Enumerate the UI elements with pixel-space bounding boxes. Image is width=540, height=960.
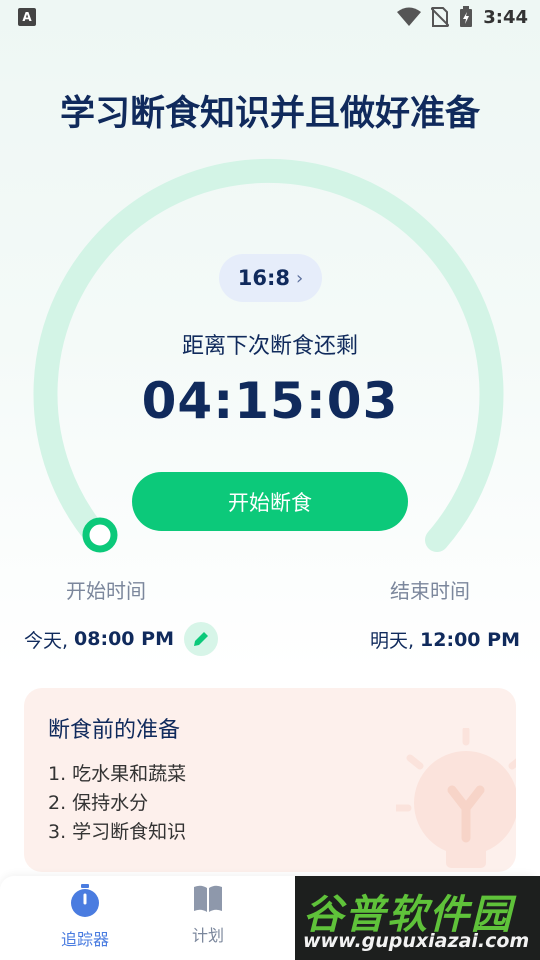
chevron-right-icon: › — [296, 267, 304, 289]
preparation-title: 断食前的准备 — [48, 718, 181, 743]
end-time-section: 结束时间 明天, 12:00 PM — [370, 575, 520, 653]
list-item: 1. 吃水果和蔬菜 — [48, 763, 187, 785]
start-time-label: 开始时间 — [66, 579, 146, 603]
stopwatch-icon — [71, 884, 99, 917]
start-fasting-button[interactable]: 开始断食 — [132, 472, 408, 531]
end-time-label: 结束时间 — [390, 579, 470, 603]
tab-tracker-label: 追踪器 — [60, 930, 109, 949]
status-bar: A 3:44 — [0, 0, 540, 36]
book-icon — [194, 885, 222, 912]
no-sim-icon — [431, 7, 450, 27]
countdown-label: 距离下次断食还剩 — [181, 334, 358, 359]
countdown-timer: 04:15:03 — [141, 372, 399, 430]
list-item: 2. 保持水分 — [48, 792, 149, 814]
tab-tracker[interactable]: 追踪器 — [40, 884, 130, 950]
tab-plan[interactable]: 计划 — [163, 884, 253, 946]
pencil-icon — [193, 632, 208, 646]
edit-start-time-button[interactable] — [183, 622, 218, 656]
start-day: 今天, — [24, 629, 69, 652]
tab-plan-label: 计划 — [191, 926, 224, 945]
preparation-card: 断食前的准备 1. 吃水果和蔬菜 2. 保持水分 3. 学习断食知识 — [24, 688, 516, 872]
end-time-value: 明天, 12:00 PM — [370, 626, 520, 653]
list-item: 3. 学习断食知识 — [48, 821, 187, 843]
start-time-value: 今天, 08:00 PM — [24, 622, 218, 656]
watermark-banner: 谷普软件园 www.gupuxiazai.com — [295, 876, 540, 960]
preparation-list: 1. 吃水果和蔬菜 2. 保持水分 3. 学习断食知识 — [48, 760, 186, 847]
plan-selector-button[interactable]: 16:8 › — [219, 254, 322, 302]
start-time: 08:00 PM — [74, 628, 174, 650]
app-notification-icon: A — [18, 8, 36, 26]
start-time-section: 开始时间 今天, 08:00 PM — [24, 575, 218, 656]
progress-handle — [82, 517, 118, 553]
end-time: 12:00 PM — [420, 628, 520, 651]
plan-label: 16:8 — [237, 266, 291, 290]
watermark-url: www.gupuxiazai.com — [303, 930, 530, 952]
battery-charging-icon — [460, 6, 473, 27]
status-time: 3:44 — [483, 6, 528, 28]
status-icons: 3:44 — [397, 6, 528, 28]
end-day: 明天, — [370, 630, 415, 652]
wifi-icon — [397, 7, 422, 26]
page-title: 学习断食知识并且做好准备 — [59, 94, 480, 134]
lightbulb-icon — [396, 728, 516, 868]
